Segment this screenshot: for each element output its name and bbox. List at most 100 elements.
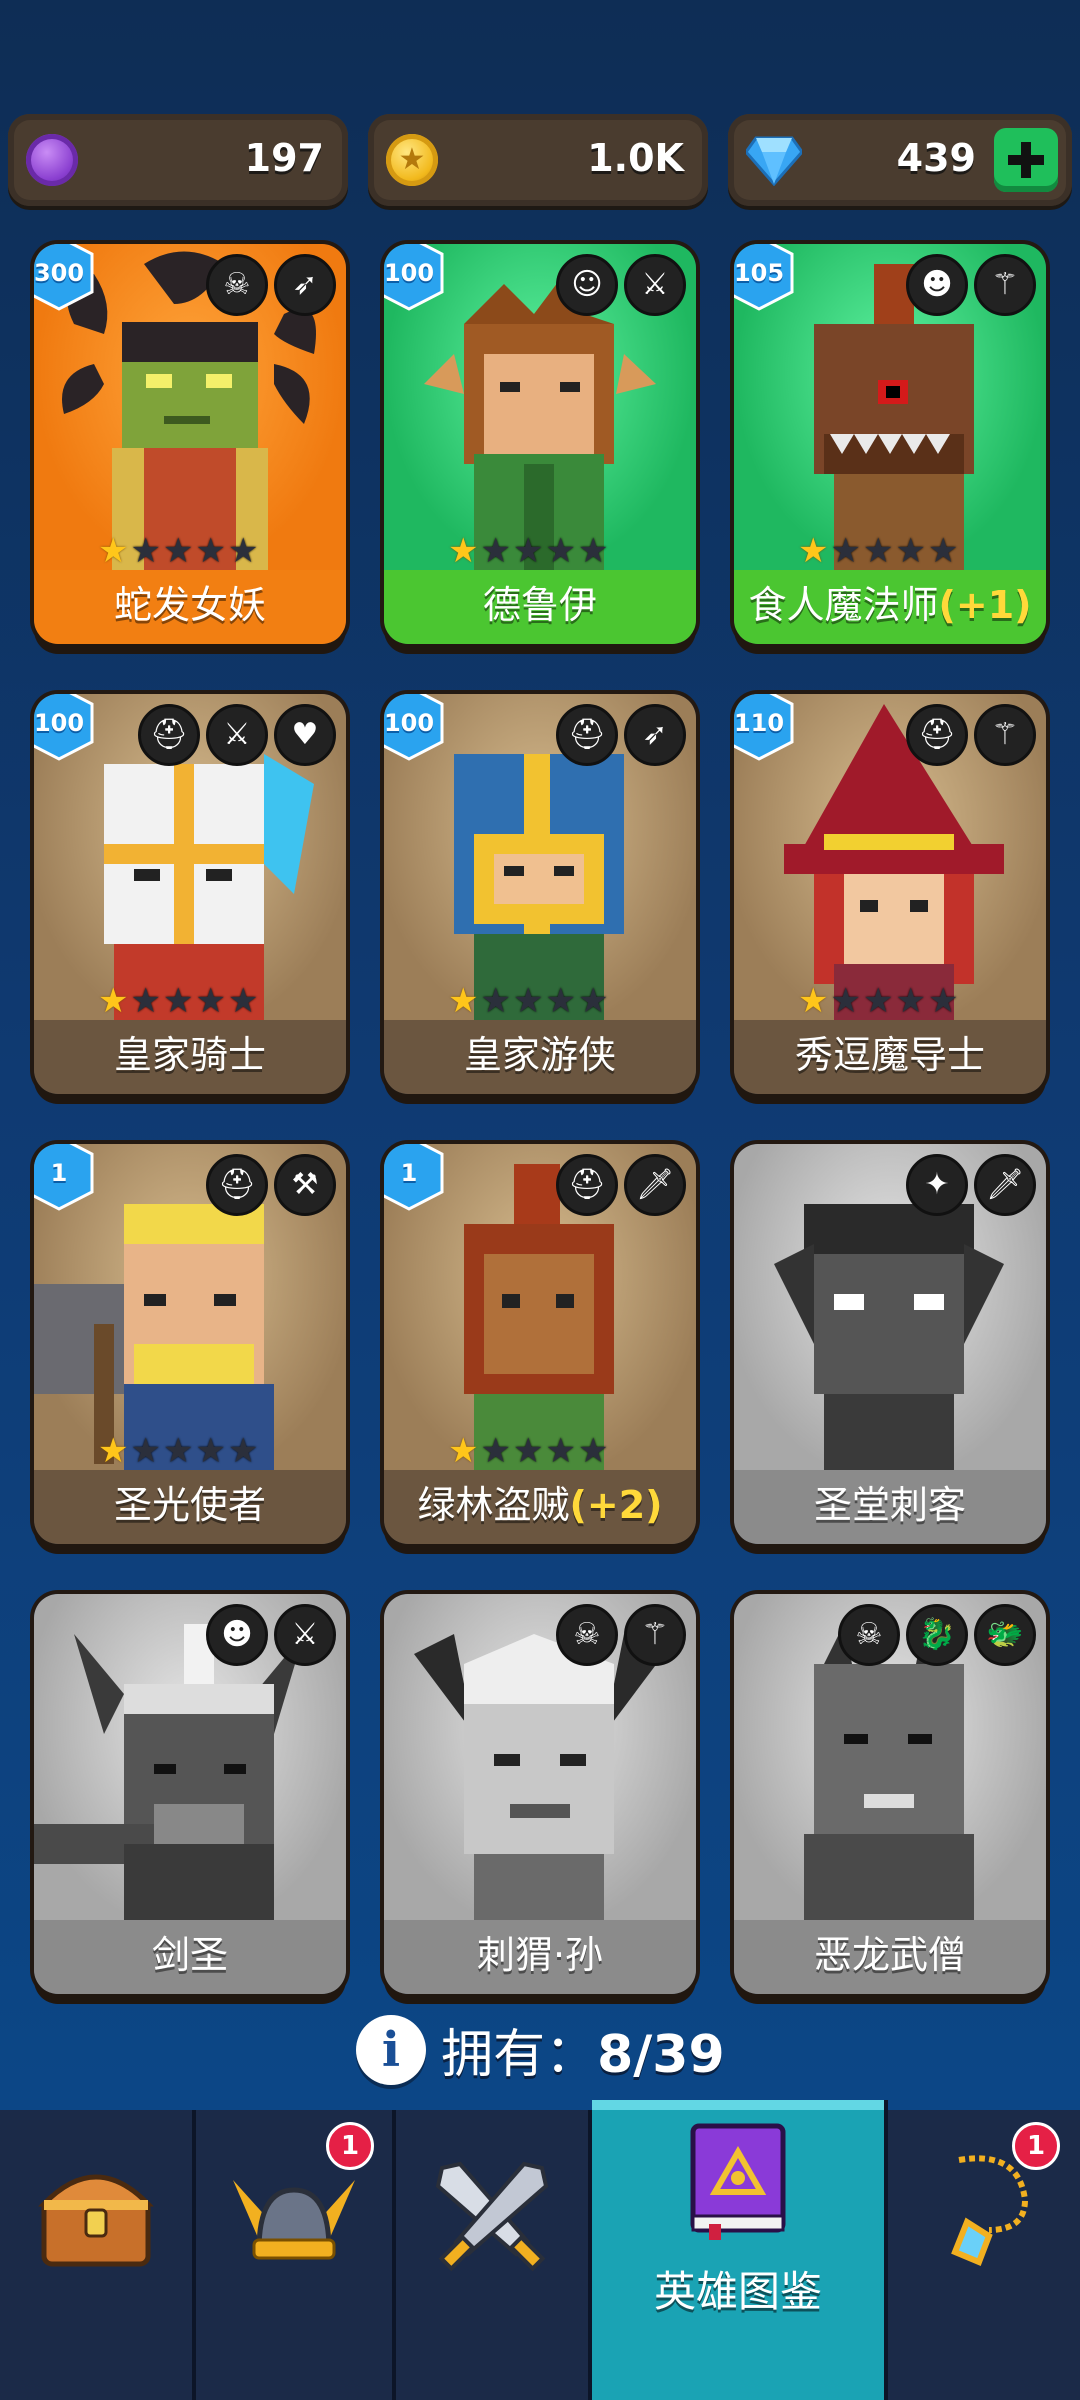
star-rating: ★★★★★ [448, 984, 610, 1018]
hero-card-locked[interactable]: ✦ 🗡 圣堂刺客 [734, 1144, 1046, 1544]
star-icon: ★ [98, 981, 129, 1021]
star-icon: ★ [98, 531, 129, 571]
nav-tab-battle[interactable] [396, 2110, 592, 2400]
helmet-icon: ⛑ [138, 704, 200, 766]
bow-icon: ➶ [274, 254, 336, 316]
gem-value: 439 [896, 136, 976, 180]
hero-name: 皇家骑士 [34, 1020, 346, 1094]
heart-icon: ♥ [274, 704, 336, 766]
hero-card[interactable]: 100 ⛑ ⚔ ♥ ★★★★★ 皇家骑士 [34, 694, 346, 1094]
hero-name: 蛇发女妖 [34, 570, 346, 644]
nav-tab-equipment[interactable]: 1 [888, 2110, 1080, 2400]
hero-codex-book-icon [683, 2120, 793, 2244]
owned-summary: i 拥有：8/39 [356, 2012, 725, 2092]
ogre-face-icon: ☻ [906, 254, 968, 316]
elf-face-icon: ☺ [556, 254, 618, 316]
star-icon: ★ [577, 981, 609, 1021]
star-icon: ★ [195, 1431, 226, 1471]
sword-icon: ⚔ [624, 254, 686, 316]
hammer-icon: ⚒ [274, 1154, 336, 1216]
sword-icon: ⚔ [206, 704, 268, 766]
level-badge: 100 [384, 694, 448, 762]
hero-card-locked[interactable]: ☠ 🐉 🐲 恶龙武僧 [734, 1594, 1046, 1994]
viking-helmet-icon [229, 2160, 359, 2274]
hero-card[interactable]: 100 ☺ ⚔ ★★★★★ 德鲁伊 [384, 244, 696, 644]
star-icon: ★ [512, 981, 544, 1021]
star-icon: ★ [545, 531, 576, 571]
nav-tab-chest[interactable] [0, 2110, 196, 2400]
star-icon: ★ [162, 981, 194, 1021]
nav-tab-hero-codex[interactable]: 英雄图鉴 [592, 2100, 888, 2400]
hero-name: 刺猬·孙 [384, 1920, 696, 1994]
star-rating: ★★★★★ [98, 534, 260, 568]
star-icon: ★ [480, 1431, 511, 1471]
hero-card[interactable]: 1 ⛑ 🗡 ★★★★★ 绿林盗贼(+2) [384, 1144, 696, 1544]
star-icon: ★ [448, 531, 479, 571]
star-icon: ★ [195, 981, 226, 1021]
hero-card-locked[interactable]: ☻ ⚔ 剑圣 [34, 1594, 346, 1994]
nav-label: 英雄图鉴 [653, 2267, 822, 2316]
class-badges: ✦ 🗡 [900, 1154, 1036, 1216]
hero-card[interactable]: 1 ⛑ ⚒ ★★★★★ 圣光使者 [34, 1144, 346, 1544]
star-icon: ★ [227, 531, 259, 571]
star-icon: ★ [798, 981, 829, 1021]
star-icon: ★ [862, 531, 894, 571]
nav-tab-heroes[interactable]: 1 [196, 2110, 396, 2400]
staff-icon: ⚚ [974, 254, 1036, 316]
orc-skull-icon: ☠ [838, 1604, 900, 1666]
hero-name: 德鲁伊 [384, 570, 696, 644]
star-icon: ★ [927, 531, 959, 571]
star-icon: ★ [130, 531, 161, 571]
ogre-face-icon: ☻ [206, 1604, 268, 1666]
helmet-icon: ⛑ [556, 704, 618, 766]
star-icon: ★ [927, 981, 959, 1021]
hero-card[interactable]: 100 ⛑ ➶ ★★★★★ 皇家游侠 [384, 694, 696, 1094]
hero-card[interactable]: 105 ☻ ⚚ ★★★★★ 食人魔法师(+1) [734, 244, 1046, 644]
gem-counter: 439 [728, 114, 1072, 206]
info-icon[interactable]: i [356, 2014, 426, 2085]
class-badges: ⛑ ➶ [550, 704, 686, 766]
hero-name: 剑圣 [34, 1920, 346, 1994]
dagger-icon: 🗡 [974, 1154, 1036, 1216]
purple-token-icon [26, 134, 78, 186]
star-icon: ★ [545, 981, 576, 1021]
hero-card[interactable]: 300 ☠ ➶ ★★★★★ 蛇发女妖 [34, 244, 346, 644]
helmet-icon: ⛑ [906, 704, 968, 766]
gold-coin-counter: ★ 1.0K [368, 114, 708, 206]
star-rating: ★★★★★ [798, 984, 960, 1018]
star-rating: ★★★★★ [448, 1434, 610, 1468]
star-icon: ★ [830, 981, 861, 1021]
star-icon: ★ [130, 1431, 161, 1471]
add-gems-button[interactable] [994, 128, 1058, 192]
notification-badge: 1 [326, 2122, 374, 2170]
hero-name: 食人魔法师(+1) [734, 570, 1046, 644]
staff-icon: ⚚ [624, 1604, 686, 1666]
crossed-swords-icon [432, 2158, 552, 2282]
helmet-icon: ⛑ [556, 1154, 618, 1216]
hero-card-locked[interactable]: ☠ ⚚ 刺猬·孙 [384, 1594, 696, 1994]
class-badges: ⛑ ⚔ ♥ [132, 704, 336, 766]
class-badges: ☺ ⚔ [550, 254, 686, 316]
star-icon: ★ [512, 1431, 544, 1471]
orc-skull-icon: ☠ [206, 254, 268, 316]
level-badge: 1 [34, 1144, 98, 1212]
helmet-icon: ⛑ [206, 1154, 268, 1216]
star-rating: ★★★★★ [798, 534, 960, 568]
gold-coin-icon: ★ [386, 134, 438, 186]
class-badges: ⛑ 🗡 [550, 1154, 686, 1216]
class-badges: ⛑ ⚚ [900, 704, 1036, 766]
class-badges: ☠ ⚚ [550, 1604, 686, 1666]
treasure-chest-icon [38, 2160, 154, 2274]
star-icon: ★ [545, 1431, 576, 1471]
star-icon: ★ [448, 981, 479, 1021]
star-icon: ★ [195, 531, 226, 571]
level-badge: 110 [734, 694, 798, 762]
level-badge: 100 [34, 694, 98, 762]
class-badges: ⛑ ⚒ [200, 1154, 336, 1216]
star-icon: ★ [895, 531, 926, 571]
orc-skull-icon: ☠ [556, 1604, 618, 1666]
hero-card[interactable]: 110 ⛑ ⚚ ★★★★★ 秀逗魔导士 [734, 694, 1046, 1094]
star-rating: ★★★★★ [448, 534, 610, 568]
star-icon: ★ [227, 1431, 259, 1471]
star-icon: ★ [98, 1431, 129, 1471]
